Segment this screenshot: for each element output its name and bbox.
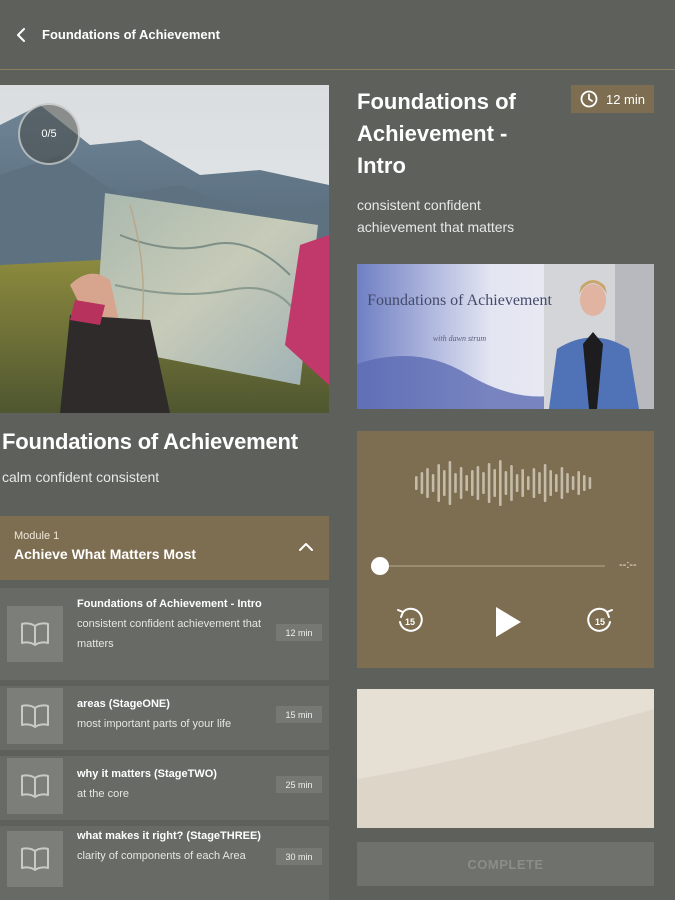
course-subtitle: calm confident consistent xyxy=(2,469,160,485)
waveform-bar xyxy=(420,472,424,494)
audio-player: --:-- 15 15 xyxy=(357,431,654,668)
module-header[interactable]: Module 1 Achieve What Matters Most xyxy=(0,516,329,580)
waveform-bar xyxy=(504,471,508,495)
forward-seconds: 15 xyxy=(595,617,605,627)
lesson-main-description: consistent confident achievement that ma… xyxy=(357,197,515,235)
waveform-bar xyxy=(493,469,496,497)
waveform-bar xyxy=(515,474,519,492)
forward-15-icon[interactable]: 15 xyxy=(585,605,615,635)
video-thumbnail-title: Foundations of Achievement xyxy=(367,292,552,309)
clock-icon xyxy=(580,90,598,108)
seek-bar[interactable] xyxy=(380,565,605,567)
waveform-bar xyxy=(426,468,429,498)
lesson-item[interactable]: areas (StageONE) most important parts of… xyxy=(0,686,329,750)
complete-button[interactable]: COMPLETE xyxy=(357,842,654,886)
lesson-title: what makes it right? (StageTHREE) xyxy=(77,830,261,842)
book-icon xyxy=(21,622,49,646)
waveform-bar xyxy=(543,464,547,502)
lesson-duration: 30 min xyxy=(276,848,322,865)
waveform-bar xyxy=(532,468,536,498)
seek-knob[interactable] xyxy=(371,557,389,575)
video-thumbnail-subtitle: with dawn strum xyxy=(432,334,487,343)
waveform-bar xyxy=(521,469,524,497)
lesson-thumbnail xyxy=(7,688,63,744)
waveform-bar xyxy=(476,466,480,500)
duration-badge: 12 min xyxy=(571,85,654,113)
lesson-title: areas (StageONE) xyxy=(77,698,170,710)
lesson-duration: 25 min xyxy=(276,776,322,793)
lesson-description: at the core xyxy=(77,788,129,800)
lesson-thumbnail xyxy=(7,758,63,814)
play-icon[interactable] xyxy=(493,605,523,639)
waveform-bar xyxy=(437,464,440,502)
waveform-bar xyxy=(549,470,552,496)
waveform-bar xyxy=(482,472,485,494)
lesson-title: Foundations of Achievement - Intro xyxy=(77,598,262,610)
chevron-up-icon[interactable] xyxy=(299,542,313,552)
lesson-duration: 12 min xyxy=(276,624,322,641)
rewind-15-icon[interactable]: 15 xyxy=(395,605,425,635)
waveform-bar xyxy=(577,471,580,495)
lesson-description: most important parts of your life xyxy=(77,718,232,730)
rewind-seconds: 15 xyxy=(405,617,415,627)
waveform-bar xyxy=(448,461,452,505)
waveform-bar xyxy=(527,476,530,490)
lesson-main-title: Foundations of Achievement - Intro xyxy=(357,89,516,178)
waveform-bar xyxy=(454,473,457,493)
time-remaining: --:-- xyxy=(619,559,637,571)
waveform-bar xyxy=(465,475,468,491)
lesson-item[interactable]: why it matters (StageTWO) at the core 25… xyxy=(0,756,329,820)
lesson-description: consistent confident achievement that ma… xyxy=(77,618,262,650)
progress-ring: 0/5 xyxy=(18,103,80,165)
lesson-thumbnail xyxy=(7,606,63,662)
waveform-bar xyxy=(443,470,446,496)
waveform-bar xyxy=(588,477,592,489)
waveform-bar xyxy=(566,473,569,493)
waveform-icon xyxy=(415,460,592,506)
module-label: Module 1 xyxy=(14,530,60,542)
lesson-description: clarity of components of each Area xyxy=(77,850,246,862)
module-title: Achieve What Matters Most xyxy=(14,546,197,562)
waveform-bar xyxy=(510,465,513,501)
waveform-bar xyxy=(499,460,502,506)
book-icon xyxy=(21,704,49,728)
waveform-bar xyxy=(431,474,435,492)
waveform-bar xyxy=(571,476,575,490)
waveform-bar xyxy=(560,467,564,499)
course-title: Foundations of Achievement xyxy=(2,429,298,454)
waveform-bar xyxy=(471,470,474,496)
chevron-left-icon[interactable] xyxy=(16,27,30,42)
waveform-bar xyxy=(487,463,491,503)
lesson-title: why it matters (StageTWO) xyxy=(77,768,217,780)
waveform-bar xyxy=(538,472,541,494)
waveform-bar xyxy=(583,475,586,491)
lesson-duration: 15 min xyxy=(276,706,322,723)
lesson-item[interactable]: Foundations of Achievement - Intro consi… xyxy=(0,588,329,680)
lesson-item[interactable]: what makes it right? (StageTHREE) clarit… xyxy=(0,826,329,900)
app-header: Foundations of Achievement xyxy=(0,0,675,70)
lesson-thumbnail xyxy=(7,831,63,887)
waveform-bar xyxy=(459,467,463,499)
waveform-bar xyxy=(555,474,558,492)
notes-panel xyxy=(357,689,654,828)
book-icon xyxy=(21,847,49,871)
waveform-bar xyxy=(415,476,418,490)
video-thumbnail[interactable]: Foundations of Achievement with dawn str… xyxy=(357,264,654,409)
duration-text: 12 min xyxy=(605,91,646,107)
book-icon xyxy=(21,774,49,798)
header-title[interactable]: Foundations of Achievement xyxy=(42,27,220,42)
